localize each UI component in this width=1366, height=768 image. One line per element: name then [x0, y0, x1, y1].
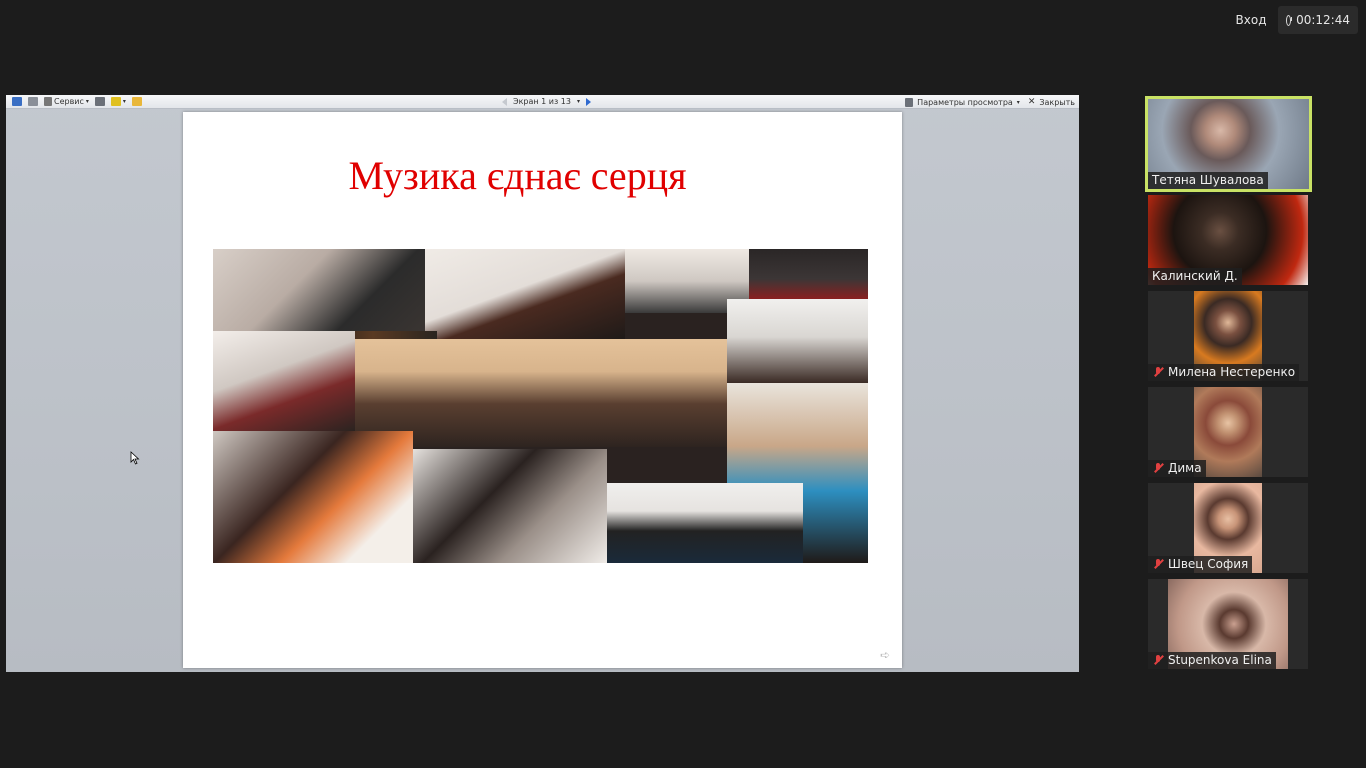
participant-name: Stupenkova Elina [1148, 652, 1276, 669]
participant-name: Дима [1148, 460, 1206, 477]
next-screen-icon[interactable] [586, 97, 591, 106]
participant-tile[interactable]: Дима [1148, 387, 1308, 477]
mic-muted-icon [1152, 366, 1164, 378]
photo-guitarist-stage [607, 483, 803, 563]
chevron-down-icon: ▾ [85, 98, 89, 105]
photo-pianist-orange [213, 431, 413, 563]
tools-icon[interactable] [44, 97, 52, 106]
save-icon[interactable] [12, 97, 22, 106]
participant-name: Швец София [1148, 556, 1253, 573]
photo-pianist-plaid [213, 331, 355, 431]
presentation-slide: Музика єднає серця ➪ [183, 112, 902, 668]
photo-violinist [727, 299, 868, 383]
mic-muted-icon [1152, 654, 1164, 666]
shared-screen: Сервис ▾ ▾ Экран 1 из 13 ▾ Параметры про… [6, 95, 1079, 672]
photo-collage [213, 249, 868, 563]
participant-tile[interactable]: Тетяна Шувалова [1145, 96, 1312, 192]
screen-counter: Экран 1 из 13 [513, 97, 571, 106]
participant-tile[interactable]: Швец София [1148, 483, 1308, 573]
photo-tv-room [749, 249, 868, 299]
chevron-down-icon: ▾ [122, 98, 126, 105]
highlighter-icon[interactable] [110, 97, 121, 106]
timer-value: 00:12:44 [1296, 13, 1350, 27]
slide-title: Музика єднає серця [348, 153, 687, 198]
pen-icon[interactable] [94, 97, 105, 106]
mic-muted-icon [1152, 558, 1164, 570]
meeting-timer: 00:12:44 [1278, 6, 1358, 34]
chevron-down-icon[interactable]: ▾ [577, 98, 580, 105]
photo-students-talking [213, 249, 425, 331]
service-menu[interactable]: Сервис [54, 97, 84, 106]
participant-tile[interactable]: Калинский Д. [1148, 195, 1308, 285]
participant-name: Милена Нестеренко [1148, 364, 1300, 381]
print-icon[interactable] [28, 97, 38, 106]
folder-icon[interactable] [131, 97, 142, 106]
participant-name: Тетяна Шувалова [1148, 172, 1268, 189]
participant-name: Калинский Д. [1148, 268, 1242, 285]
participant-tile[interactable]: Stupenkova Elina [1148, 579, 1308, 669]
close-icon[interactable]: ✕ [1028, 97, 1036, 107]
clock-icon [1286, 14, 1292, 26]
chevron-down-icon: ▾ [1016, 98, 1020, 106]
mic-muted-icon [1152, 462, 1164, 474]
close-button[interactable]: Закрыть [1039, 98, 1075, 107]
login-button[interactable]: Вход [1232, 6, 1270, 34]
view-params-menu[interactable]: Параметры просмотра [917, 98, 1013, 107]
viewer-toolbar: Сервис ▾ ▾ Экран 1 из 13 ▾ Параметры про… [6, 95, 1079, 109]
view-params-icon [905, 97, 914, 107]
photo-piano-girl [425, 249, 625, 339]
participant-tile[interactable]: Милена Нестеренко [1148, 291, 1308, 381]
photo-pianist-grey [413, 449, 607, 563]
prev-screen-icon[interactable] [502, 97, 507, 106]
next-slide-icon[interactable]: ➪ [880, 649, 892, 661]
